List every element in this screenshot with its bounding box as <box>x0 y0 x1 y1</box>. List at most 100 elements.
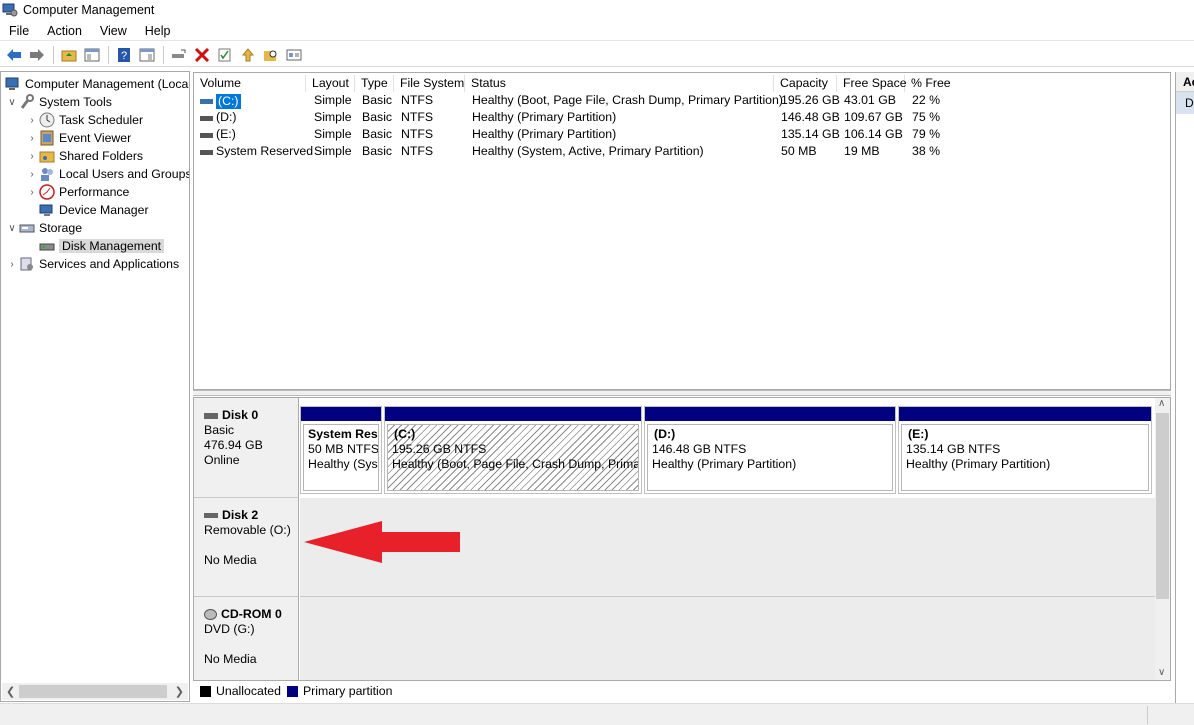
column-header-status[interactable]: Status <box>465 75 774 92</box>
import-icon[interactable] <box>237 44 259 66</box>
cdrom-0-area[interactable] <box>300 597 1158 680</box>
volume-row[interactable]: (E:) Simple Basic NTFS Healthy (Primary Part… <box>194 127 1170 144</box>
menu-action[interactable]: Action <box>38 24 91 38</box>
volume-row[interactable]: (D:) Simple Basic NTFS Healthy (Primary Part… <box>194 110 1170 127</box>
disk-icon <box>204 513 218 518</box>
red-arrow-annotation <box>304 521 460 563</box>
tree-item-performance[interactable]: › Performance <box>25 183 129 201</box>
volume-cell: System Reserved <box>216 144 314 158</box>
cdrom-0-label[interactable]: CD-ROM 0 DVD (G:) No Media <box>194 597 299 680</box>
legend: Unallocated Primary partition <box>193 681 1171 701</box>
tools-icon <box>19 94 35 110</box>
actions-header[interactable]: Ac <box>1176 72 1194 92</box>
scrollbar-thumb[interactable] <box>19 685 167 698</box>
menu-view[interactable]: View <box>91 24 136 38</box>
scroll-up-icon[interactable]: ∧ <box>1158 398 1165 409</box>
chevron-down-icon[interactable]: ∨ <box>5 223 19 234</box>
tree-item-computer-management[interactable]: Computer Management (Local <box>5 75 190 93</box>
column-header-layout[interactable]: Layout <box>306 75 355 92</box>
tree-label: System Tools <box>39 95 112 109</box>
volume-cell: 19 MB <box>844 144 880 158</box>
disk-name: Disk 0 <box>222 408 259 422</box>
pane-splitter[interactable] <box>193 390 1171 396</box>
partition-system-reserved[interactable]: System Rese 50 MB NTFS Healthy (Syst <box>300 406 382 494</box>
volume-cell: 38 % <box>912 144 941 158</box>
tree-item-device-manager[interactable]: Device Manager <box>39 201 149 219</box>
tree-item-storage[interactable]: ∨ Storage <box>5 219 82 237</box>
scroll-right-icon[interactable]: ❯ <box>175 685 184 698</box>
menu-help[interactable]: Help <box>136 24 180 38</box>
tree-item-disk-management[interactable]: Disk Management <box>39 237 165 255</box>
tree-label: Event Viewer <box>59 131 132 145</box>
partition-d[interactable]: (D:) 146.48 GB NTFS Healthy (Primary Par… <box>644 406 896 494</box>
delete-icon[interactable] <box>191 44 213 66</box>
menu-file[interactable]: File <box>0 24 38 38</box>
disk-view-vertical-scrollbar[interactable]: ∧ ∨ <box>1155 398 1170 680</box>
chevron-right-icon[interactable]: › <box>5 259 19 270</box>
search-folder-icon[interactable] <box>260 44 282 66</box>
partition-body-selected: (C:) 195.26 GB NTFS Healthy (Boot, Page … <box>387 424 639 491</box>
disk-0-label[interactable]: Disk 0 Basic 476.94 GB Online <box>194 398 299 498</box>
partition-c[interactable]: (C:) 195.26 GB NTFS Healthy (Boot, Page … <box>384 406 642 494</box>
column-header-free-space[interactable]: Free Space <box>837 75 907 92</box>
show-hide-tree-icon[interactable] <box>81 44 103 66</box>
disk-2-label[interactable]: Disk 2 Removable (O:) No Media <box>194 498 299 597</box>
disk-state: No Media <box>204 652 257 666</box>
services-icon <box>19 256 35 272</box>
tree-item-task-scheduler[interactable]: › Task Scheduler <box>25 111 143 129</box>
console-icon[interactable] <box>283 44 305 66</box>
scrollbar-thumb[interactable] <box>1156 413 1169 599</box>
help-icon[interactable]: ? <box>113 44 135 66</box>
connect-drive-icon[interactable] <box>168 44 190 66</box>
partition-body: (E:) 135.14 GB NTFS Healthy (Primary Par… <box>901 424 1149 491</box>
tree-item-system-tools[interactable]: ∨ System Tools <box>5 93 112 111</box>
tree-item-local-users-groups[interactable]: › Local Users and Groups <box>25 165 190 183</box>
scroll-down-icon[interactable]: ∨ <box>1158 667 1165 678</box>
column-header-percent-free[interactable]: % Free <box>905 75 1171 92</box>
navigation-tree: Computer Management (Local ∨ System Tool… <box>0 71 190 702</box>
volume-row[interactable]: (C:) Simple Basic NTFS Healthy (Boot, Page F… <box>194 93 1170 110</box>
back-arrow-icon[interactable] <box>3 44 25 66</box>
partition-body: System Rese 50 MB NTFS Healthy (Syst <box>303 424 379 491</box>
volume-cell: NTFS <box>401 110 434 124</box>
tree-item-event-viewer[interactable]: › Event Viewer <box>25 129 131 147</box>
chevron-right-icon[interactable]: › <box>25 115 39 126</box>
volume-cell: NTFS <box>401 127 434 141</box>
properties-view-icon[interactable] <box>136 44 158 66</box>
actions-item[interactable]: D <box>1176 92 1194 114</box>
tree-horizontal-scrollbar[interactable]: ❮ ❯ <box>2 683 188 700</box>
column-header-capacity[interactable]: Capacity <box>774 75 837 92</box>
disk-type: DVD (G:) <box>204 622 255 636</box>
partition-e[interactable]: (E:) 135.14 GB NTFS Healthy (Primary Par… <box>898 406 1152 494</box>
status-separator <box>1147 706 1148 724</box>
volume-drive-icon <box>200 99 213 104</box>
volume-cell: Healthy (Primary Partition) <box>472 127 617 141</box>
chevron-down-icon[interactable]: ∨ <box>5 97 19 108</box>
computer-management-icon <box>2 3 18 17</box>
tree-item-shared-folders[interactable]: › Shared Folders <box>25 147 143 165</box>
checklist-icon[interactable] <box>214 44 236 66</box>
disk-size: 476.94 GB <box>204 438 263 452</box>
title-bar: Computer Management <box>0 0 1194 20</box>
disk-icon <box>204 412 218 419</box>
computer-icon <box>5 76 21 92</box>
chevron-right-icon[interactable]: › <box>25 133 39 144</box>
volume-cell: Healthy (Boot, Page File, Crash Dump, Pr… <box>472 93 783 107</box>
column-header-volume[interactable]: Volume <box>194 75 306 92</box>
tree-label: Computer Management (Local <box>25 77 190 91</box>
scroll-left-icon[interactable]: ❮ <box>6 685 15 698</box>
tree-item-services-applications[interactable]: › Services and Applications <box>5 255 179 273</box>
column-header-type[interactable]: Type <box>355 75 394 92</box>
volume-row[interactable]: System Reserved Simple Basic NTFS Healthy (S… <box>194 144 1170 161</box>
toolbar-separator <box>108 45 109 64</box>
partition-status: Healthy (Boot, Page File, Crash Dump, Pr… <box>392 457 639 471</box>
toolbar: ? <box>0 43 1194 67</box>
chevron-right-icon[interactable]: › <box>25 187 39 198</box>
forward-arrow-icon[interactable] <box>26 44 48 66</box>
chevron-right-icon[interactable]: › <box>25 169 39 180</box>
column-header-file-system[interactable]: File System <box>394 75 465 92</box>
chevron-right-icon[interactable]: › <box>25 151 39 162</box>
tree-label: Local Users and Groups <box>59 167 190 181</box>
volume-cell: Simple <box>314 93 352 107</box>
up-folder-icon[interactable] <box>58 44 80 66</box>
